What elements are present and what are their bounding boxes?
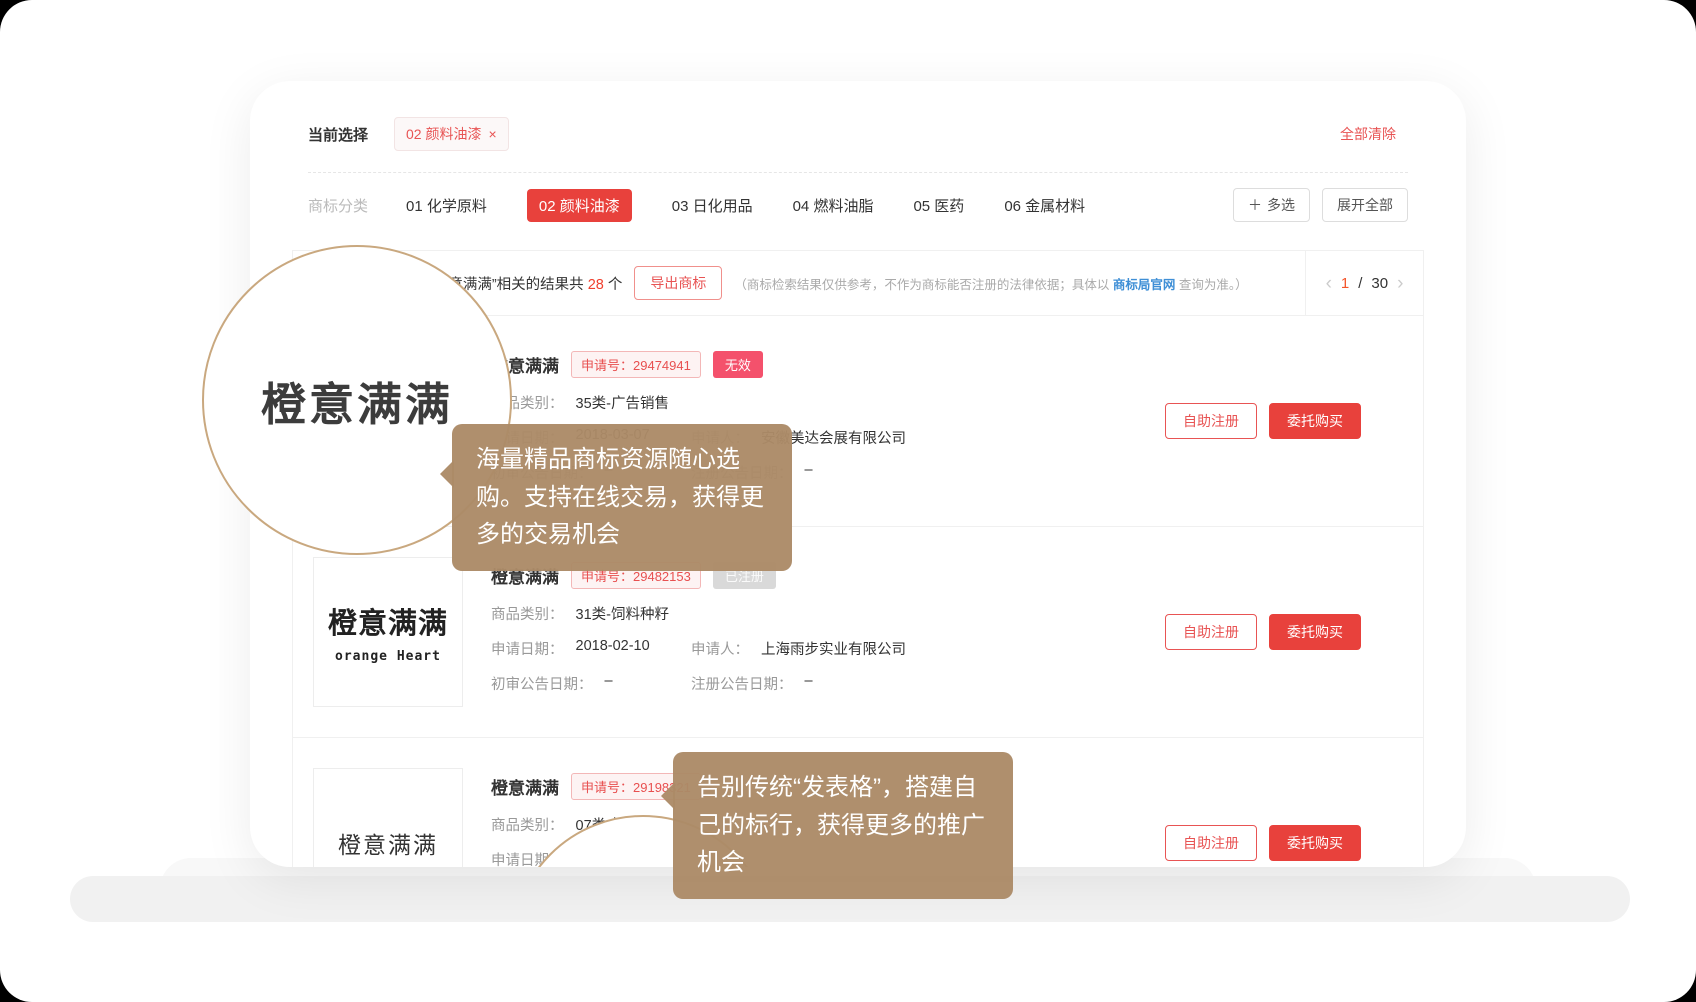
category-bar-label: 商标分类	[308, 195, 368, 216]
export-trademarks-button[interactable]: 导出商标	[634, 266, 722, 300]
category-item-04[interactable]: 04 燃料油脂	[793, 195, 874, 216]
clear-all-button[interactable]: 全部清除	[1340, 124, 1396, 144]
applicant-value: 上海雨步实业有限公司	[761, 638, 906, 659]
row-actions: 自助注册 委托购买	[1165, 614, 1361, 650]
filter-bar: 当前选择 02 颜料油漆 × 全部清除	[308, 117, 1396, 151]
chevron-right-icon[interactable]: ›	[1397, 274, 1403, 293]
self-register-button[interactable]: 自助注册	[1165, 614, 1257, 650]
selected-filter-tag[interactable]: 02 颜料油漆 ×	[394, 117, 509, 151]
multi-select-label: 多选	[1267, 195, 1295, 215]
category-field-value: 31类-饲料种籽	[576, 603, 669, 624]
plus-icon: ＋	[1248, 195, 1262, 215]
device-screen: 当前选择 02 颜料油漆 × 全部清除 商标分类 01 化学原料 02 颜料油漆…	[0, 0, 1696, 1002]
disclaimer-text: （商标检索结果仅供参考，不作为商标能否注册的法律依据；具体以 商标局官网 查询为…	[734, 274, 1247, 293]
entrust-buy-button[interactable]: 委托购买	[1269, 614, 1361, 650]
row-actions: 自助注册 委托购买	[1165, 403, 1361, 439]
category-bar: 商标分类 01 化学原料 02 颜料油漆 03 日化用品 04 燃料油脂 05 …	[250, 188, 1466, 222]
category-item-03[interactable]: 03 日化用品	[672, 195, 753, 216]
trademark-office-link[interactable]: 商标局官网	[1113, 278, 1176, 292]
entrust-buy-button[interactable]: 委托购买	[1269, 403, 1361, 439]
entrust-buy-button[interactable]: 委托购买	[1269, 825, 1361, 861]
row-actions: 自助注册 委托购买	[1165, 825, 1361, 861]
apply-date-label: 申请日期：	[491, 638, 564, 659]
category-actions: ＋ 多选 展开全部	[1233, 188, 1408, 222]
disclaimer-pre: （商标检索结果仅供参考，不作为商标能否注册的法律依据；具体以	[734, 278, 1109, 292]
category-field-value: 35类-广告销售	[576, 392, 669, 413]
trademark-details: 橙意满满 申请号：29482153 已注册 商品类别：31类-饲料种籽 申请日期…	[463, 557, 1165, 707]
registration-publication-value: –	[805, 673, 813, 694]
pagination-current: 1	[1341, 275, 1349, 292]
registration-publication-value: –	[805, 462, 813, 483]
trademark-image: 橙意满满 orange Heart	[313, 557, 463, 707]
multi-select-button[interactable]: ＋ 多选	[1233, 188, 1310, 222]
dashed-divider	[308, 172, 1408, 173]
self-register-button[interactable]: 自助注册	[1165, 825, 1257, 861]
trademark-image-text: 橙意满满	[328, 600, 448, 642]
trademark-image-subtext: orange Heart	[335, 649, 441, 664]
apply-date-value: 2018-02-10	[576, 638, 650, 659]
filter-bar-label: 当前选择	[308, 124, 368, 145]
first-publication-label: 初审公告日期：	[491, 673, 593, 694]
trademark-image-text: 橙意满满	[338, 826, 438, 860]
applicant-label: 申请人：	[691, 638, 749, 659]
selected-filter-tag-label: 02 颜料油漆	[406, 124, 481, 144]
pagination: ‹ 1 / 30 ›	[1305, 251, 1423, 315]
category-field-label: 商品类别：	[491, 603, 564, 624]
expand-all-button[interactable]: 展开全部	[1322, 188, 1408, 222]
category-item-02-active[interactable]: 02 颜料油漆	[527, 189, 632, 222]
chevron-left-icon[interactable]: ‹	[1326, 274, 1332, 293]
pagination-total: 30	[1371, 275, 1388, 292]
tooltip-promotion-text: 告别传统“发表格”，搭建自己的标行，获得更多的推广机会	[697, 774, 985, 876]
magnified-trademark-text: 橙意满满	[261, 368, 453, 433]
trademark-name: 橙意满满	[491, 774, 559, 799]
tooltip-marketplace: 海量精品商标资源随心选购。支持在线交易，获得更多的交易机会	[452, 424, 792, 571]
self-register-button[interactable]: 自助注册	[1165, 403, 1257, 439]
results-count: 28	[588, 277, 604, 293]
category-item-06[interactable]: 06 金属材料	[1004, 195, 1085, 216]
status-badge: 无效	[713, 351, 763, 378]
tooltip-promotion: 告别传统“发表格”，搭建自己的标行，获得更多的推广机会	[673, 752, 1013, 899]
results-summary-suffix: 个	[608, 277, 623, 293]
trademark-image: 橙意满满	[313, 768, 463, 867]
disclaimer-post: 查询为准。）	[1179, 278, 1248, 292]
category-field-label: 商品类别：	[491, 814, 564, 835]
tooltip-marketplace-text: 海量精品商标资源随心选购。支持在线交易，获得更多的交易机会	[476, 446, 764, 548]
category-item-05[interactable]: 05 医药	[913, 195, 964, 216]
application-number-tag: 申请号：29474941	[571, 351, 701, 378]
pagination-separator: /	[1358, 275, 1362, 292]
category-item-01[interactable]: 01 化学原料	[406, 195, 487, 216]
close-icon[interactable]: ×	[488, 126, 496, 142]
first-publication-value: –	[605, 673, 613, 694]
registration-publication-label: 注册公告日期：	[691, 673, 793, 694]
